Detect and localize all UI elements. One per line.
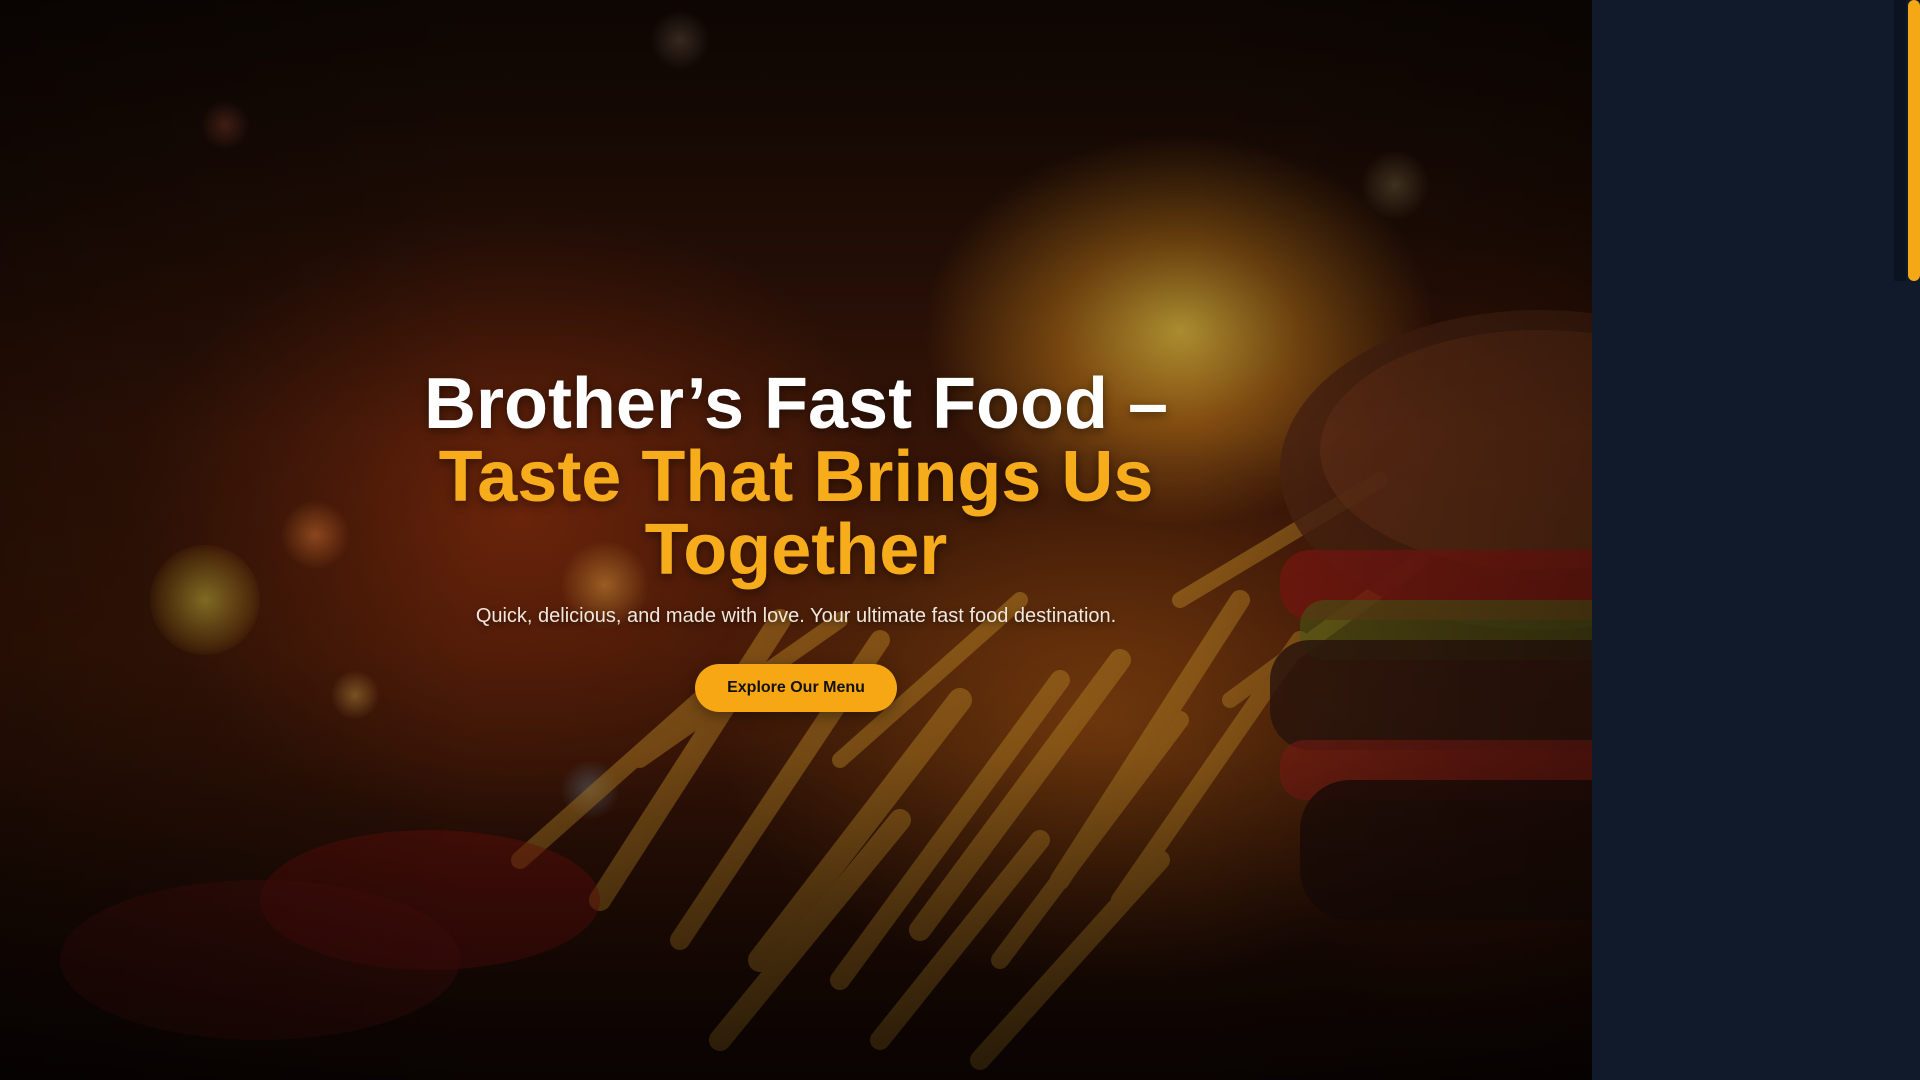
hero-title-accent: Taste That Brings Us Together [438, 437, 1154, 590]
bokeh-light [650, 10, 710, 70]
hero-content: Brother’s Fast Food – Taste That Brings … [0, 368, 1592, 712]
hero-title: Brother’s Fast Food – Taste That Brings … [346, 368, 1246, 587]
scrollbar-inner-strip [1894, 0, 1906, 281]
bokeh-light [1360, 150, 1430, 220]
hero-section: Brother’s Fast Food – Taste That Brings … [0, 0, 1592, 1080]
page: Brother’s Fast Food – Taste That Brings … [0, 0, 1920, 1080]
side-panel [1592, 0, 1894, 1080]
hero-subtitle: Quick, delicious, and made with love. Yo… [475, 605, 1117, 627]
scrollbar-thumb[interactable] [1908, 0, 1920, 281]
bokeh-light [200, 100, 250, 150]
bokeh-light [560, 760, 620, 820]
hero-title-main: Brother’s Fast Food – [423, 364, 1169, 444]
explore-menu-button[interactable]: Explore Our Menu [695, 664, 897, 712]
